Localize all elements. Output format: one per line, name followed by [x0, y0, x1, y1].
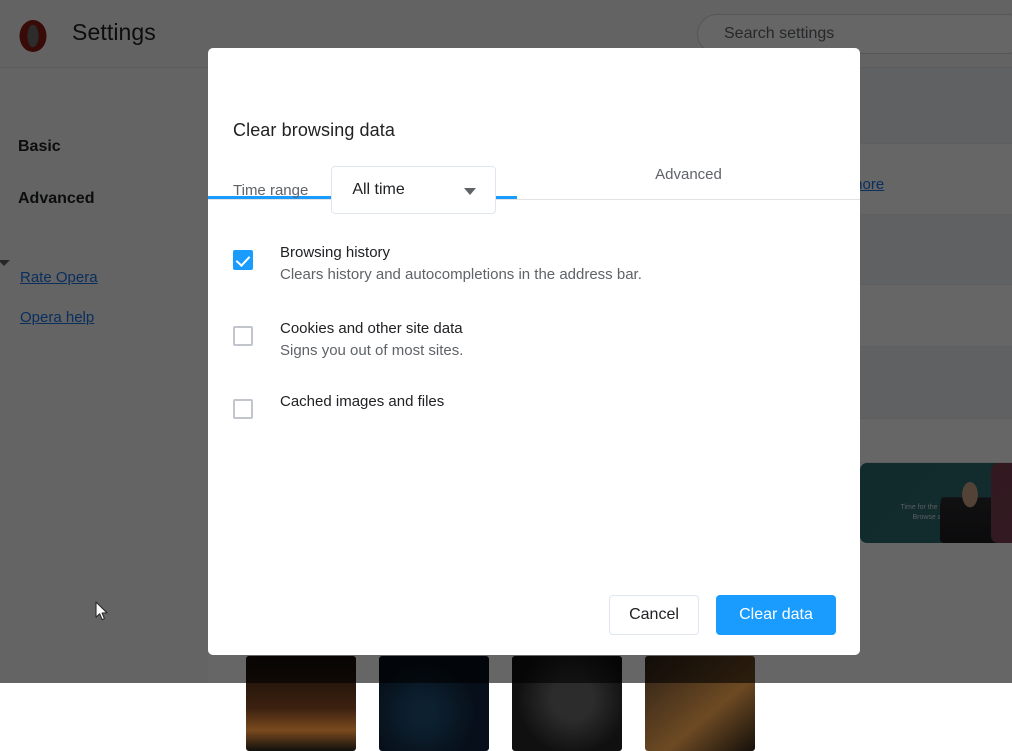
- option-description: Clears history and autocompletions in th…: [280, 264, 642, 286]
- time-range-row: Time range All time: [233, 166, 496, 214]
- dialog-actions: Cancel Clear data: [609, 595, 836, 635]
- cancel-button[interactable]: Cancel: [609, 595, 699, 635]
- clear-browsing-data-dialog: Clear browsing data Basic Advanced Time …: [208, 48, 860, 655]
- data-type-list: Browsing history Clears history and auto…: [208, 237, 860, 435]
- option-text-group: Browsing history Clears history and auto…: [280, 237, 642, 286]
- option-text-group: Cached images and files: [280, 386, 444, 412]
- cancel-button-label: Cancel: [629, 606, 679, 624]
- checkbox-browsing-history[interactable]: [233, 250, 253, 270]
- option-description: Signs you out of most sites.: [280, 340, 463, 362]
- time-range-select[interactable]: All time: [331, 166, 496, 214]
- tab-advanced[interactable]: Advanced: [534, 149, 843, 199]
- checkbox-cookies-and-site-data[interactable]: [233, 326, 253, 346]
- option-label: Cookies and other site data: [280, 318, 463, 339]
- time-range-value: All time: [352, 181, 404, 199]
- time-range-label: Time range: [233, 182, 308, 199]
- option-text-group: Cookies and other site data Signs you ou…: [280, 313, 463, 362]
- tab-advanced-label: Advanced: [655, 166, 722, 183]
- option-browsing-history[interactable]: Browsing history Clears history and auto…: [208, 237, 860, 286]
- chevron-down-icon: [464, 188, 476, 195]
- option-cached-images-and-files[interactable]: Cached images and files: [208, 386, 860, 435]
- checkbox-cached-images-and-files[interactable]: [233, 399, 253, 419]
- option-label: Cached images and files: [280, 391, 444, 412]
- clear-data-button-label: Clear data: [739, 606, 813, 624]
- clear-data-button[interactable]: Clear data: [716, 595, 836, 635]
- mouse-pointer-icon: [95, 601, 109, 622]
- dialog-title: Clear browsing data: [233, 120, 395, 141]
- option-label: Browsing history: [280, 242, 642, 263]
- option-cookies-and-site-data[interactable]: Cookies and other site data Signs you ou…: [208, 313, 860, 362]
